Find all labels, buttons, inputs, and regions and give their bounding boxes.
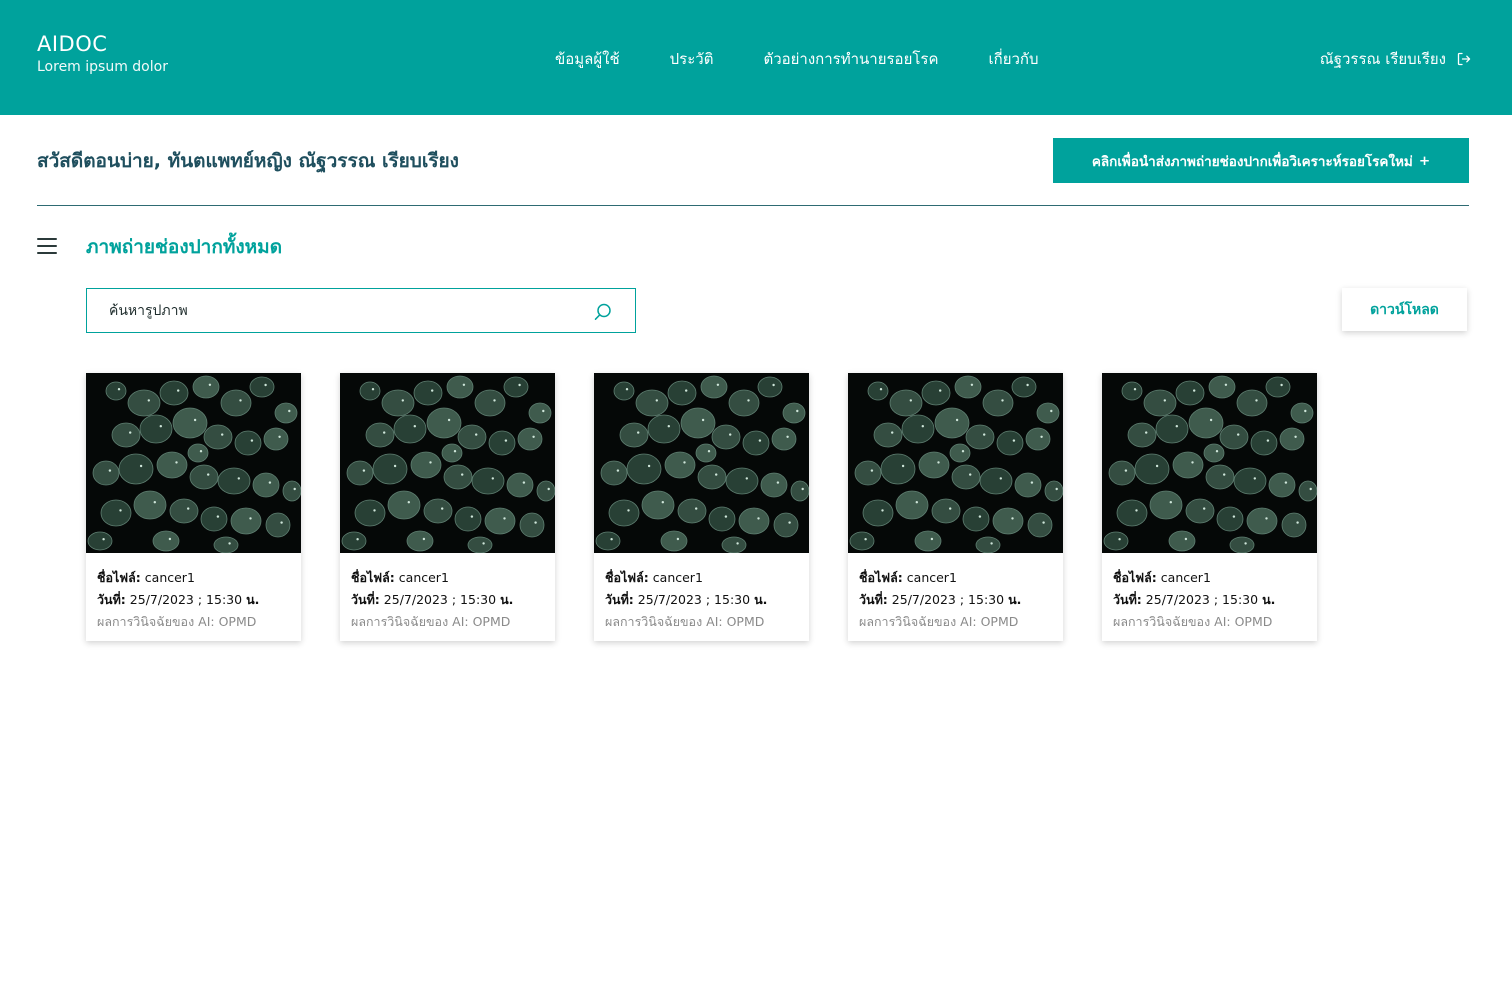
date-unit: น. — [754, 592, 768, 607]
user-name: ณัฐวรรณ เรียบเรียง — [1319, 50, 1446, 68]
date-value: 25/7/2023 ; 15:30 — [891, 592, 1005, 607]
upload-button-label: คลิกเพื่อนำส่งภาพถ่ายช่องปากเพื่อวิเคราะ… — [1091, 153, 1413, 170]
nav-item-about[interactable]: เกี่ยวกับ — [989, 48, 1039, 70]
card-result-row: ผลการวินิจฉัยของ AI: OPMD — [97, 611, 290, 633]
result-label: ผลการวินิจฉัยของ AI: — [859, 614, 977, 629]
card-date-row: วันที่: 25/7/2023 ; 15:30 น. — [859, 589, 1052, 611]
date-unit: น. — [246, 592, 260, 607]
divider — [37, 205, 1469, 206]
date-value: 25/7/2023 ; 15:30 — [383, 592, 497, 607]
image-card[interactable]: ชื่อไฟล์: cancer1 วันที่: 25/7/2023 ; 15… — [86, 373, 301, 641]
filename-label: ชื่อไฟล์: — [1113, 570, 1157, 585]
result-value: OPMD — [980, 614, 1019, 629]
download-button[interactable]: ดาวน์โหลด — [1342, 288, 1467, 331]
filename-label: ชื่อไฟล์: — [605, 570, 649, 585]
search-icon[interactable] — [593, 302, 613, 322]
date-label: วันที่: — [351, 592, 380, 607]
image-card[interactable]: ชื่อไฟล์: cancer1 วันที่: 25/7/2023 ; 15… — [340, 373, 555, 641]
date-unit: น. — [1008, 592, 1022, 607]
filename-value: cancer1 — [906, 570, 957, 585]
section-title: ภาพถ่ายช่องปากทั้งหมด — [86, 236, 283, 258]
search-input[interactable] — [109, 289, 579, 332]
search-box — [86, 288, 636, 333]
brand-subtitle: Lorem ipsum dolor — [37, 59, 168, 75]
card-filename-row: ชื่อไฟล์: cancer1 — [605, 567, 798, 589]
card-info: ชื่อไฟล์: cancer1 วันที่: 25/7/2023 ; 15… — [848, 553, 1063, 633]
card-date-row: วันที่: 25/7/2023 ; 15:30 น. — [1113, 589, 1306, 611]
card-date-row: วันที่: 25/7/2023 ; 15:30 น. — [605, 589, 798, 611]
result-value: OPMD — [472, 614, 511, 629]
card-filename-row: ชื่อไฟล์: cancer1 — [859, 567, 1052, 589]
card-info: ชื่อไฟล์: cancer1 วันที่: 25/7/2023 ; 15… — [86, 553, 301, 633]
main-nav: ข้อมูลผู้ใช้ ประวัติ ตัวอย่างการทำนายรอย… — [555, 48, 1039, 70]
upload-new-image-button[interactable]: คลิกเพื่อนำส่งภาพถ่ายช่องปากเพื่อวิเคราะ… — [1053, 138, 1469, 183]
brand-title: AIDOC — [37, 32, 108, 56]
result-value: OPMD — [726, 614, 765, 629]
oral-image-thumbnail — [340, 373, 555, 553]
card-date-row: วันที่: 25/7/2023 ; 15:30 น. — [351, 589, 544, 611]
card-filename-row: ชื่อไฟล์: cancer1 — [351, 567, 544, 589]
date-label: วันที่: — [97, 592, 126, 607]
card-info: ชื่อไฟล์: cancer1 วันที่: 25/7/2023 ; 15… — [340, 553, 555, 633]
card-info: ชื่อไฟล์: cancer1 วันที่: 25/7/2023 ; 15… — [1102, 553, 1317, 633]
oral-image-thumbnail — [1102, 373, 1317, 553]
date-value: 25/7/2023 ; 15:30 — [129, 592, 243, 607]
card-filename-row: ชื่อไฟล์: cancer1 — [97, 567, 290, 589]
top-navbar: AIDOC Lorem ipsum dolor ข้อมูลผู้ใช้ ประ… — [0, 0, 1512, 115]
plus-icon: + — [1418, 152, 1431, 169]
filename-value: cancer1 — [398, 570, 449, 585]
date-label: วันที่: — [1113, 592, 1142, 607]
card-info: ชื่อไฟล์: cancer1 วันที่: 25/7/2023 ; 15… — [594, 553, 809, 633]
image-card[interactable]: ชื่อไฟล์: cancer1 วันที่: 25/7/2023 ; 15… — [1102, 373, 1317, 641]
card-result-row: ผลการวินิจฉัยของ AI: OPMD — [605, 611, 798, 633]
card-filename-row: ชื่อไฟล์: cancer1 — [1113, 567, 1306, 589]
user-menu[interactable]: ณัฐวรรณ เรียบเรียง — [1320, 48, 1472, 70]
oral-image-thumbnail — [594, 373, 809, 553]
card-date-row: วันที่: 25/7/2023 ; 15:30 น. — [97, 589, 290, 611]
filename-label: ชื่อไฟล์: — [859, 570, 903, 585]
nav-item-history[interactable]: ประวัติ — [670, 48, 714, 70]
oral-image-thumbnail — [848, 373, 1063, 553]
filename-value: cancer1 — [144, 570, 195, 585]
date-value: 25/7/2023 ; 15:30 — [637, 592, 751, 607]
date-unit: น. — [500, 592, 514, 607]
filename-label: ชื่อไฟล์: — [351, 570, 395, 585]
filename-label: ชื่อไฟล์: — [97, 570, 141, 585]
card-result-row: ผลการวินิจฉัยของ AI: OPMD — [351, 611, 544, 633]
date-label: วันที่: — [605, 592, 634, 607]
card-result-row: ผลการวินิจฉัยของ AI: OPMD — [1113, 611, 1306, 633]
date-value: 25/7/2023 ; 15:30 — [1145, 592, 1259, 607]
brand[interactable]: AIDOC Lorem ipsum dolor — [37, 32, 168, 77]
oral-image-thumbnail — [86, 373, 301, 553]
result-label: ผลการวินิจฉัยของ AI: — [605, 614, 723, 629]
nav-item-prediction-examples[interactable]: ตัวอย่างการทำนายรอยโรค — [763, 48, 938, 70]
result-label: ผลการวินิจฉัยของ AI: — [1113, 614, 1231, 629]
date-unit: น. — [1262, 592, 1276, 607]
result-label: ผลการวินิจฉัยของ AI: — [351, 614, 469, 629]
result-value: OPMD — [1234, 614, 1273, 629]
image-card[interactable]: ชื่อไฟล์: cancer1 วันที่: 25/7/2023 ; 15… — [848, 373, 1063, 641]
card-result-row: ผลการวินิจฉัยของ AI: OPMD — [859, 611, 1052, 633]
filename-value: cancer1 — [652, 570, 703, 585]
result-value: OPMD — [218, 614, 257, 629]
logout-icon[interactable] — [1456, 51, 1472, 67]
image-card[interactable]: ชื่อไฟล์: cancer1 วันที่: 25/7/2023 ; 15… — [594, 373, 809, 641]
greeting-text: สวัสดีตอนบ่าย, ทันตแพทย์หญิง ณัฐวรรณ เรี… — [37, 150, 459, 172]
hamburger-menu-icon[interactable] — [37, 238, 57, 254]
date-label: วันที่: — [859, 592, 888, 607]
result-label: ผลการวินิจฉัยของ AI: — [97, 614, 215, 629]
filename-value: cancer1 — [1160, 570, 1211, 585]
nav-item-user-info[interactable]: ข้อมูลผู้ใช้ — [555, 48, 620, 70]
